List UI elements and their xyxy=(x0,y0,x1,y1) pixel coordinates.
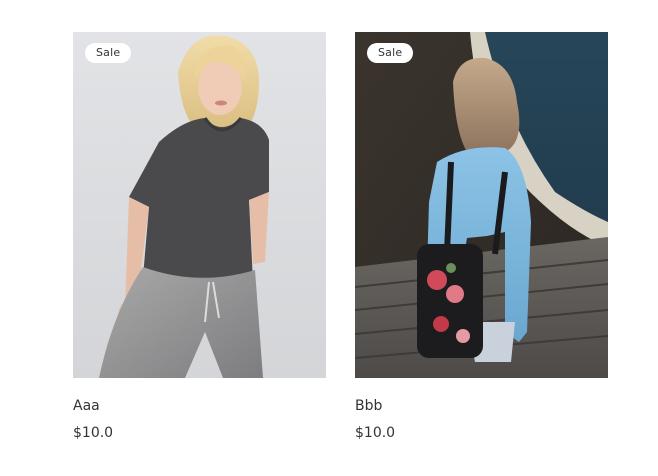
product-image-link[interactable]: Sale xyxy=(73,32,326,378)
product-card[interactable]: Sale Bbb $10.0 xyxy=(355,32,608,442)
product-price: $10.0 xyxy=(355,425,396,441)
product-price: $10.0 xyxy=(73,425,114,441)
product-image-link[interactable]: Sale xyxy=(355,32,608,378)
sale-badge: Sale xyxy=(367,43,414,63)
product-image xyxy=(73,32,326,378)
sale-badge: Sale xyxy=(85,43,132,63)
product-title[interactable]: Aaa xyxy=(73,397,326,415)
product-title[interactable]: Bbb xyxy=(355,397,608,415)
product-image xyxy=(355,32,608,378)
product-card[interactable]: Sale Aaa $10.0 xyxy=(73,32,326,442)
